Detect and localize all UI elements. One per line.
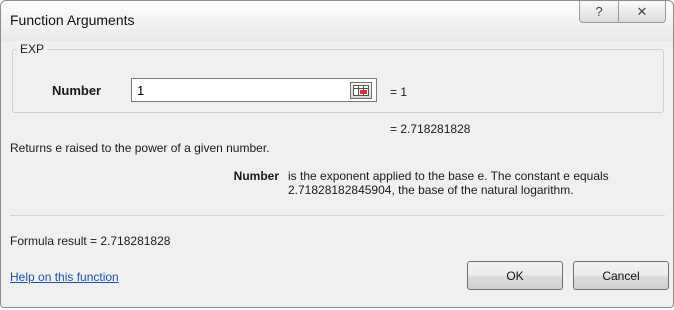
- close-button[interactable]: ✕: [618, 1, 666, 23]
- formula-result: Formula result = 2.718281828: [10, 234, 171, 248]
- cancel-button[interactable]: Cancel: [573, 261, 669, 290]
- help-button[interactable]: ?: [579, 1, 619, 23]
- argument-help-text: is the exponent applied to the base e. T…: [288, 169, 609, 197]
- function-result: = 2.718281828: [390, 122, 471, 136]
- function-description: Returns e raised to the power of a given…: [10, 141, 270, 155]
- dialog-body: EXP Number = 1 = 2.718281828 Returns e r…: [1, 41, 673, 307]
- dialog-title: Function Arguments: [10, 12, 135, 28]
- range-select-button[interactable]: [350, 82, 372, 99]
- divider: [10, 215, 665, 216]
- function-arguments-dialog: Function Arguments ? ✕ EXP Number = 1 = …: [0, 0, 674, 308]
- number-input[interactable]: [131, 78, 377, 102]
- collapse-dialog-icon: [353, 85, 369, 96]
- function-name-label: EXP: [17, 42, 48, 56]
- argument-help-name: Number: [233, 169, 279, 183]
- argument-label: Number: [52, 83, 102, 98]
- help-icon: ?: [595, 4, 603, 19]
- close-icon: ✕: [636, 3, 648, 19]
- argument-result: = 1: [390, 85, 408, 99]
- ok-button[interactable]: OK: [467, 261, 563, 290]
- title-bar[interactable]: Function Arguments ? ✕: [1, 1, 673, 41]
- help-on-function-link[interactable]: Help on this function: [10, 270, 119, 284]
